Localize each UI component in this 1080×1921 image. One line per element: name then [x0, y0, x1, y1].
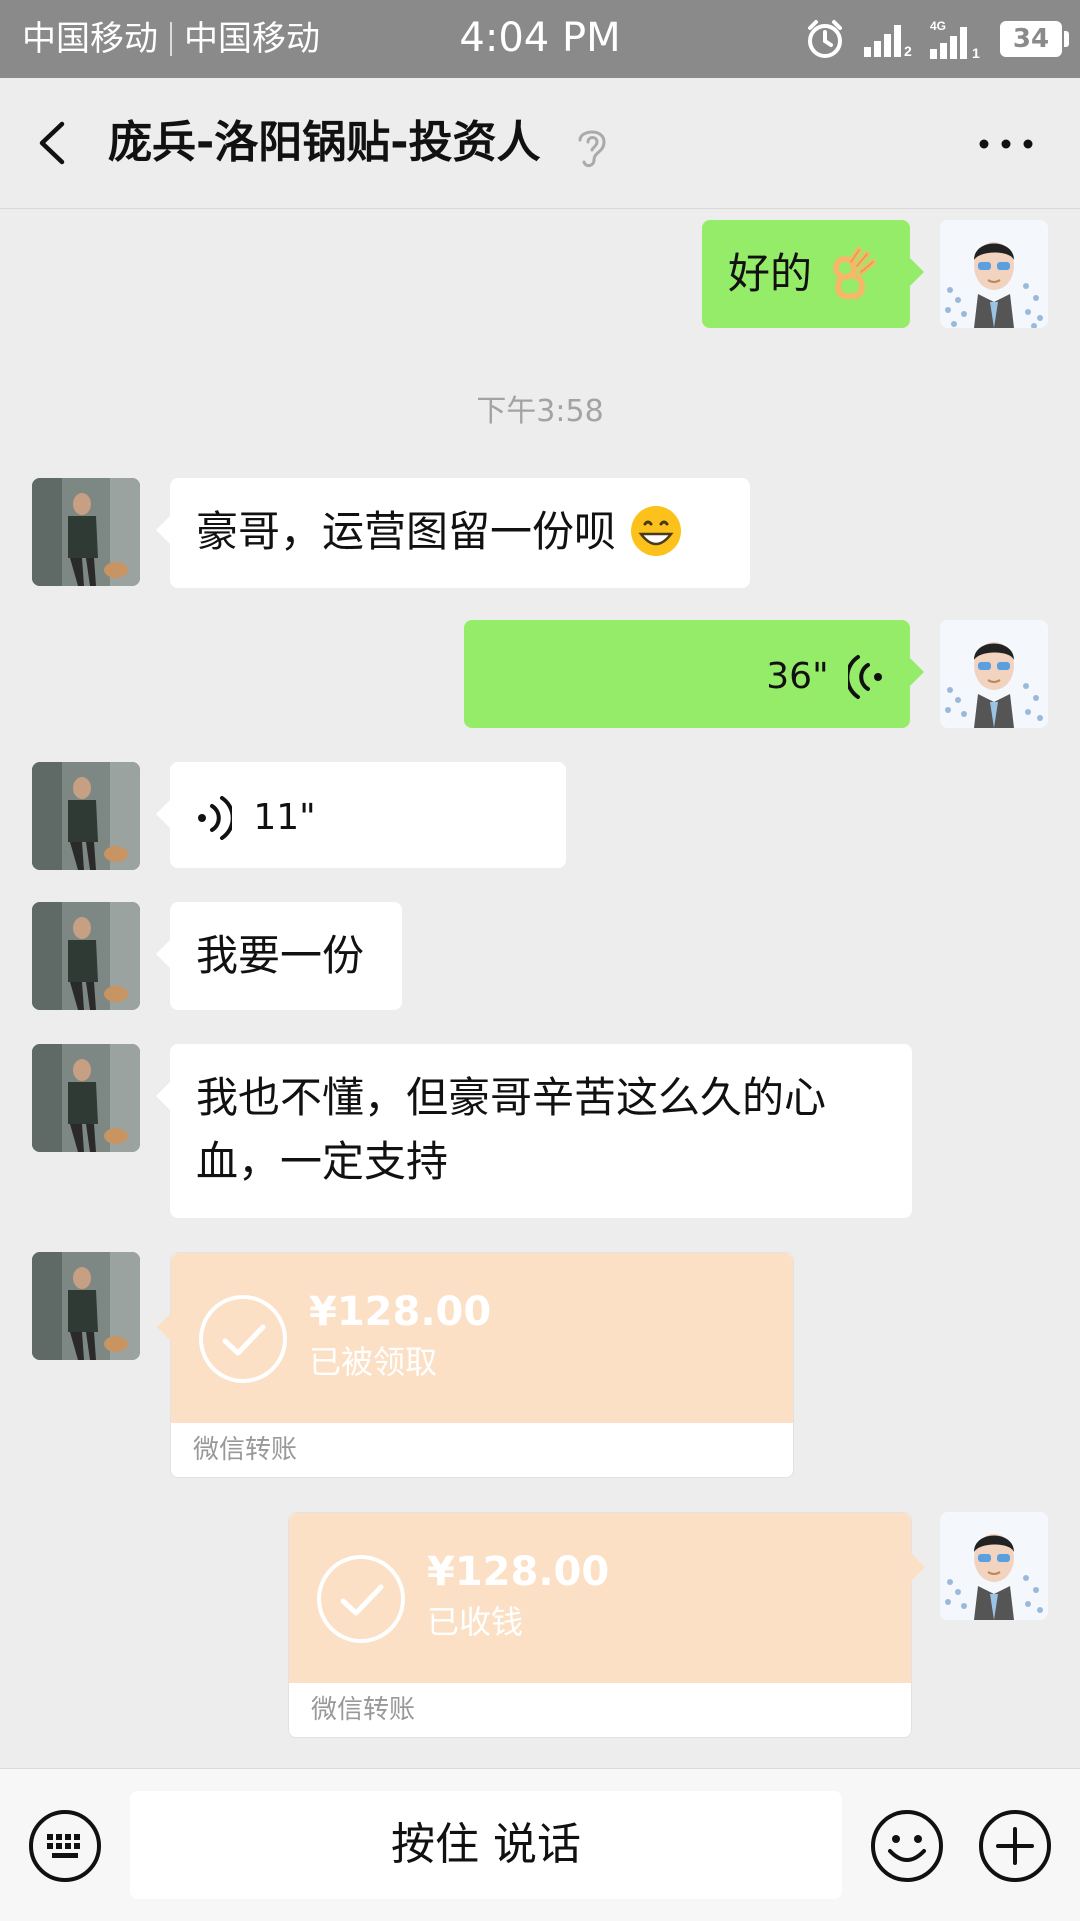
transfer-label: 微信转账: [311, 1695, 416, 1725]
grinning-emoji-icon: [631, 505, 682, 556]
timestamp: 下午3:58: [476, 394, 604, 429]
check-circle-icon: [199, 1295, 287, 1383]
transfer-status: 已被领取: [309, 1343, 438, 1381]
self-avatar[interactable]: [940, 220, 1048, 328]
transfer-status: 已收钱: [427, 1603, 524, 1641]
message-bubble-incoming[interactable]: 我也不懂，但豪哥辛苦这么久的心 血，一定支持: [156, 1044, 912, 1218]
check-circle-icon: [317, 1555, 405, 1643]
svg-text:2: 2: [904, 43, 912, 57]
transfer-label: 微信转账: [193, 1435, 298, 1465]
message-bubble-outgoing[interactable]: 好的: [702, 220, 924, 328]
chat-title: 庞兵-洛阳锅贴-投资人: [108, 117, 541, 168]
self-avatar[interactable]: [940, 1512, 1048, 1620]
input-bar: 按住 说话: [0, 1768, 1080, 1921]
transfer-card-incoming[interactable]: ¥128.00 已被领取 微信转账: [157, 1252, 794, 1478]
self-avatar-image: [940, 1512, 1048, 1620]
peer-avatar-image: [32, 902, 140, 1010]
signal-sim1-4g-icon: 4G 1: [930, 19, 980, 59]
keyboard-icon[interactable]: [28, 1809, 102, 1883]
peer-avatar[interactable]: [32, 902, 140, 1010]
peer-avatar-image: [32, 478, 140, 586]
message-text: 好的: [728, 249, 813, 298]
ok-hand-emoji-icon: [833, 246, 877, 299]
transfer-card-body: ¥128.00 已收钱: [289, 1513, 911, 1683]
message-bubble-incoming[interactable]: 我要一份: [156, 902, 402, 1010]
svg-text:4G: 4G: [930, 19, 946, 33]
transfer-card-body: ¥128.00 已被领取: [171, 1253, 793, 1423]
peer-avatar[interactable]: [32, 1252, 140, 1360]
emoji-smile-icon[interactable]: [870, 1809, 944, 1883]
peer-avatar-image: [32, 762, 140, 870]
peer-avatar[interactable]: [32, 1044, 140, 1152]
message-text-line-2: 血，一定支持: [196, 1137, 449, 1186]
svg-text:1: 1: [972, 45, 980, 59]
message-text: 豪哥，运营图留一份呗: [196, 507, 617, 556]
message-text: 我要一份: [196, 931, 365, 980]
peer-avatar-image: [32, 1252, 140, 1360]
ear-icon: [578, 130, 606, 168]
voice-wave-icon: [198, 795, 235, 840]
voice-duration: 11": [253, 797, 316, 838]
self-avatar-image: [940, 620, 1048, 728]
voice-message-outgoing[interactable]: 36": [464, 620, 924, 728]
peer-avatar[interactable]: [32, 762, 140, 870]
voice-duration: 36": [766, 656, 829, 697]
transfer-amount: ¥128.00: [309, 1289, 492, 1335]
hold-to-talk-button[interactable]: 按住 说话: [130, 1791, 842, 1899]
peer-avatar-image: [32, 1044, 140, 1152]
self-avatar[interactable]: [940, 620, 1048, 728]
alarm-icon: [808, 20, 842, 58]
voice-wave-icon: [845, 654, 882, 699]
voice-message-incoming[interactable]: 11": [156, 762, 566, 868]
transfer-card-outgoing[interactable]: ¥128.00 已收钱 微信转账: [288, 1512, 925, 1738]
plus-icon[interactable]: [978, 1809, 1052, 1883]
transfer-amount: ¥128.00: [427, 1549, 610, 1595]
chat-header: 庞兵-洛阳锅贴-投资人: [0, 78, 1080, 209]
status-icons: 2 4G 1 34: [804, 16, 1069, 62]
peer-avatar[interactable]: [32, 478, 140, 586]
back-arrow-icon[interactable]: [30, 118, 80, 168]
signal-sim2-icon: 2: [864, 25, 912, 57]
message-bubble-incoming[interactable]: 豪哥，运营图留一份呗: [156, 478, 750, 588]
status-bar: 中国移动 中国移动 4:04 PM 2 4G 1 34: [0, 0, 1080, 78]
more-options-icon[interactable]: [976, 134, 1036, 154]
message-text-line-1: 我也不懂，但豪哥辛苦这么久的心: [196, 1073, 827, 1122]
self-avatar-image: [940, 220, 1048, 328]
battery-indicator: 34: [1000, 21, 1069, 57]
